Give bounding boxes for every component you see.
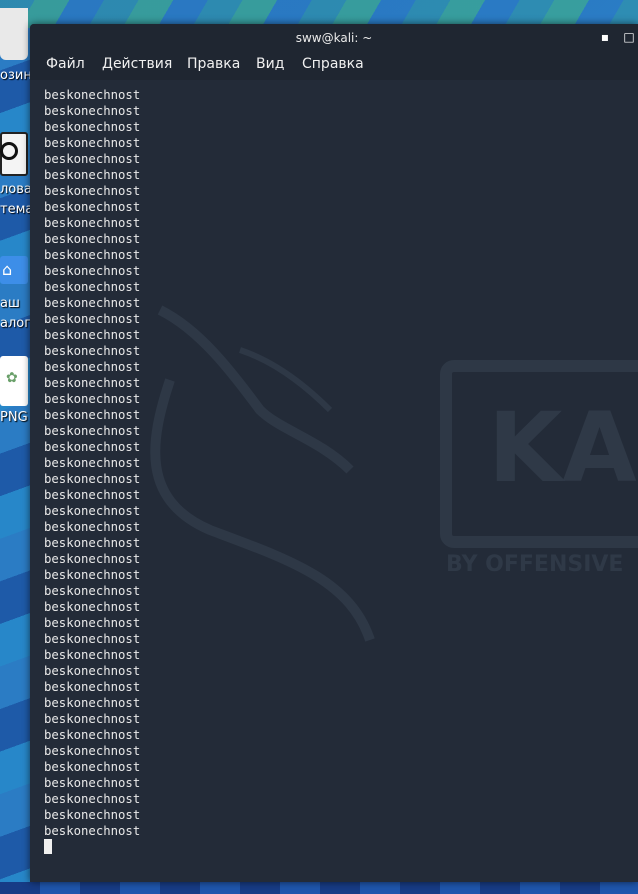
terminal-line: beskonechnost bbox=[44, 216, 141, 230]
terminal-output-area[interactable]: KA BY OFFENSIVE beskonechnost beskonechno… bbox=[30, 80, 638, 882]
terminal-line: beskonechnost bbox=[44, 728, 141, 742]
menu-view[interactable]: Вид bbox=[256, 56, 284, 72]
terminal-line: beskonechnost bbox=[44, 184, 141, 198]
terminal-line: beskonechnost bbox=[44, 808, 141, 822]
desktop-icon-trash[interactable]: озина bbox=[0, 0, 40, 90]
terminal-line: beskonechnost bbox=[44, 600, 141, 614]
terminal-line: beskonechnost bbox=[44, 104, 141, 118]
image-file-icon: ✿ bbox=[0, 356, 28, 406]
terminal-line: beskonechnost bbox=[44, 440, 141, 454]
home-folder-icon: ⌂ bbox=[0, 256, 28, 284]
terminal-window[interactable]: sww@kali: ~ ▪ □ Файл Действия Правка Вид… bbox=[30, 24, 638, 882]
terminal-line: beskonechnost bbox=[44, 248, 141, 262]
terminal-line: beskonechnost bbox=[44, 456, 141, 470]
desktop-icon-label: PNG bbox=[0, 410, 28, 425]
terminal-line: beskonechnost bbox=[44, 344, 141, 358]
minimize-button[interactable]: ▪ bbox=[598, 30, 612, 44]
terminal-line: beskonechnost bbox=[44, 712, 141, 726]
terminal-line: beskonechnost bbox=[44, 296, 141, 310]
terminal-line: beskonechnost bbox=[44, 824, 141, 838]
terminal-line: beskonechnost bbox=[44, 88, 141, 102]
terminal-line: beskonechnost bbox=[44, 120, 141, 134]
desktop-wallpaper-bottom bbox=[0, 882, 638, 894]
menu-edit[interactable]: Правка bbox=[187, 56, 240, 72]
terminal-line: beskonechnost bbox=[44, 152, 141, 166]
menu-bar: Файл Действия Правка Вид Справка bbox=[30, 52, 638, 80]
terminal-line: beskonechnost bbox=[44, 760, 141, 774]
terminal-line: beskonechnost bbox=[44, 232, 141, 246]
watermark-tagline: BY OFFENSIVE bbox=[446, 552, 624, 577]
watermark-logo-text: KA bbox=[488, 392, 637, 504]
terminal-line: beskonechnost bbox=[44, 472, 141, 486]
terminal-output: beskonechnost beskonechnost beskonechnost b… bbox=[44, 87, 140, 839]
terminal-line: beskonechnost bbox=[44, 536, 141, 550]
menu-file[interactable]: Файл bbox=[46, 56, 85, 72]
terminal-line: beskonechnost bbox=[44, 504, 141, 518]
terminal-line: beskonechnost bbox=[44, 168, 141, 182]
menu-help[interactable]: Справка bbox=[302, 56, 364, 72]
desktop-icon-label-2: алог bbox=[0, 316, 32, 331]
terminal-cursor bbox=[44, 839, 52, 854]
maximize-button[interactable]: □ bbox=[622, 30, 636, 44]
terminal-line: beskonechnost bbox=[44, 696, 141, 710]
terminal-line: beskonechnost bbox=[44, 616, 141, 630]
terminal-line: beskonechnost bbox=[44, 392, 141, 406]
terminal-line: beskonechnost bbox=[44, 328, 141, 342]
title-bar[interactable]: sww@kali: ~ ▪ □ bbox=[30, 24, 638, 52]
terminal-line: beskonechnost bbox=[44, 488, 141, 502]
desktop-icon-png[interactable]: ✿ PNG bbox=[0, 352, 30, 432]
terminal-line: beskonechnost bbox=[44, 776, 141, 790]
terminal-line: beskonechnost bbox=[44, 792, 141, 806]
terminal-line: beskonechnost bbox=[44, 280, 141, 294]
terminal-line: beskonechnost bbox=[44, 520, 141, 534]
desktop-icon-label: аш bbox=[0, 296, 20, 311]
terminal-line: beskonechnost bbox=[44, 264, 141, 278]
desktop-icon-home[interactable]: ⌂ аш алог bbox=[0, 256, 32, 336]
terminal-line: beskonechnost bbox=[44, 136, 141, 150]
terminal-line: beskonechnost bbox=[44, 424, 141, 438]
terminal-line: beskonechnost bbox=[44, 632, 141, 646]
trash-icon bbox=[0, 8, 28, 60]
menu-actions[interactable]: Действия bbox=[102, 56, 172, 72]
window-title: sww@kali: ~ bbox=[295, 31, 373, 45]
terminal-line: beskonechnost bbox=[44, 664, 141, 678]
drive-icon bbox=[0, 132, 28, 176]
terminal-line: beskonechnost bbox=[44, 648, 141, 662]
terminal-line: beskonechnost bbox=[44, 552, 141, 566]
desktop-icon-label-2: тема bbox=[0, 202, 34, 217]
terminal-line: beskonechnost bbox=[44, 200, 141, 214]
terminal-line: beskonechnost bbox=[44, 680, 141, 694]
terminal-line: beskonechnost bbox=[44, 568, 141, 582]
terminal-line: beskonechnost bbox=[44, 312, 141, 326]
terminal-line: beskonechnost bbox=[44, 376, 141, 390]
desktop-icon-label: лова bbox=[0, 182, 32, 197]
terminal-line: beskonechnost bbox=[44, 360, 141, 374]
terminal-line: beskonechnost bbox=[44, 408, 141, 422]
desktop-icon-filesystem[interactable]: лова тема bbox=[0, 128, 34, 228]
terminal-line: beskonechnost bbox=[44, 744, 141, 758]
terminal-line: beskonechnost bbox=[44, 584, 141, 598]
